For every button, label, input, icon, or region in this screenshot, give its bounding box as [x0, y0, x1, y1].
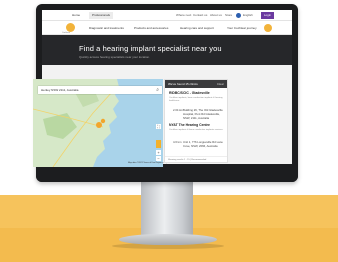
- cochlear-logo-icon[interactable]: [66, 23, 75, 32]
- clinic-distance: 2.04 km: [173, 108, 183, 112]
- top-link-where-next[interactable]: Where next: [176, 12, 191, 19]
- zoom-out-button[interactable]: −: [156, 156, 161, 161]
- results-panel: We've found 15 clinics Clear RIDBC/SCIC …: [164, 79, 228, 163]
- fullscreen-icon[interactable]: ⛶: [156, 124, 161, 129]
- globe-icon: [236, 13, 241, 18]
- top-link-store[interactable]: Store: [225, 12, 232, 19]
- top-link-contact[interactable]: Contact us: [193, 12, 207, 19]
- tab-professionals[interactable]: Professionals: [89, 12, 113, 19]
- nav-products[interactable]: Products and accessories: [134, 24, 168, 32]
- monitor-chin: [36, 166, 298, 182]
- clinic-subtitle: Cochlear implants & bone conduction impl…: [169, 129, 224, 131]
- monitor-stand-base: [119, 234, 217, 245]
- language-selector[interactable]: English: [243, 12, 253, 19]
- location-search-input[interactable]: Henley NSW 2111, Australia ⌕: [38, 86, 162, 94]
- results-count: We've found 15 clinics: [168, 82, 198, 86]
- clinic-address: Building 26, The Old Gladesville Hospita…: [183, 108, 223, 120]
- nav-diagnostic[interactable]: Diagnostic and treatments: [89, 24, 124, 32]
- top-utility-bar: Home Professionals Where next Contact us…: [42, 10, 292, 21]
- hero-banner: Find a hearing implant specialist near y…: [42, 35, 292, 65]
- main-navigation: Cochlear Diagnostic and treatments Produ…: [42, 21, 292, 35]
- login-button[interactable]: Login: [261, 12, 274, 19]
- page-subtitle: Quickly access hearing specialists near …: [79, 55, 151, 59]
- street-view-pegman-icon[interactable]: [156, 140, 161, 148]
- zoom-in-button[interactable]: +: [156, 150, 161, 155]
- top-link-about[interactable]: About us: [210, 12, 222, 19]
- clinic-distance: 4.6 km: [173, 140, 182, 144]
- clinic-address: Unit 1, 776 Longueville Rd Lane Cove, NS…: [183, 140, 223, 148]
- search-value: Henley NSW 2111, Australia: [41, 88, 79, 92]
- nav-journey[interactable]: Your Cochlear journey: [227, 24, 257, 32]
- logo-text: Cochlear: [62, 32, 71, 34]
- nav-hearing-care[interactable]: Hearing care and support: [180, 24, 214, 32]
- clinic-name[interactable]: NYAT The Hearing Centre: [169, 123, 210, 127]
- results-header: We've found 15 clinics Clear: [165, 80, 227, 88]
- search-icon[interactable]: ⌕: [156, 87, 159, 93]
- page-title: Find a hearing implant specialist near y…: [79, 44, 222, 53]
- results-footer: Showing results 1 - 15 | Recommended: [165, 156, 227, 162]
- monitor-stand-neck: [141, 181, 193, 237]
- clinic-subtitle: Cochlear implants, bone conduction impla…: [169, 97, 223, 102]
- user-icon[interactable]: [264, 24, 272, 32]
- tab-personal[interactable]: Home: [64, 12, 88, 19]
- clear-button[interactable]: Clear: [217, 80, 224, 88]
- map-marker-icon: [96, 122, 102, 128]
- map-marker-icon-2: [100, 118, 106, 124]
- clinic-name[interactable]: RIDBC/SCIC - Gladesville: [169, 91, 210, 95]
